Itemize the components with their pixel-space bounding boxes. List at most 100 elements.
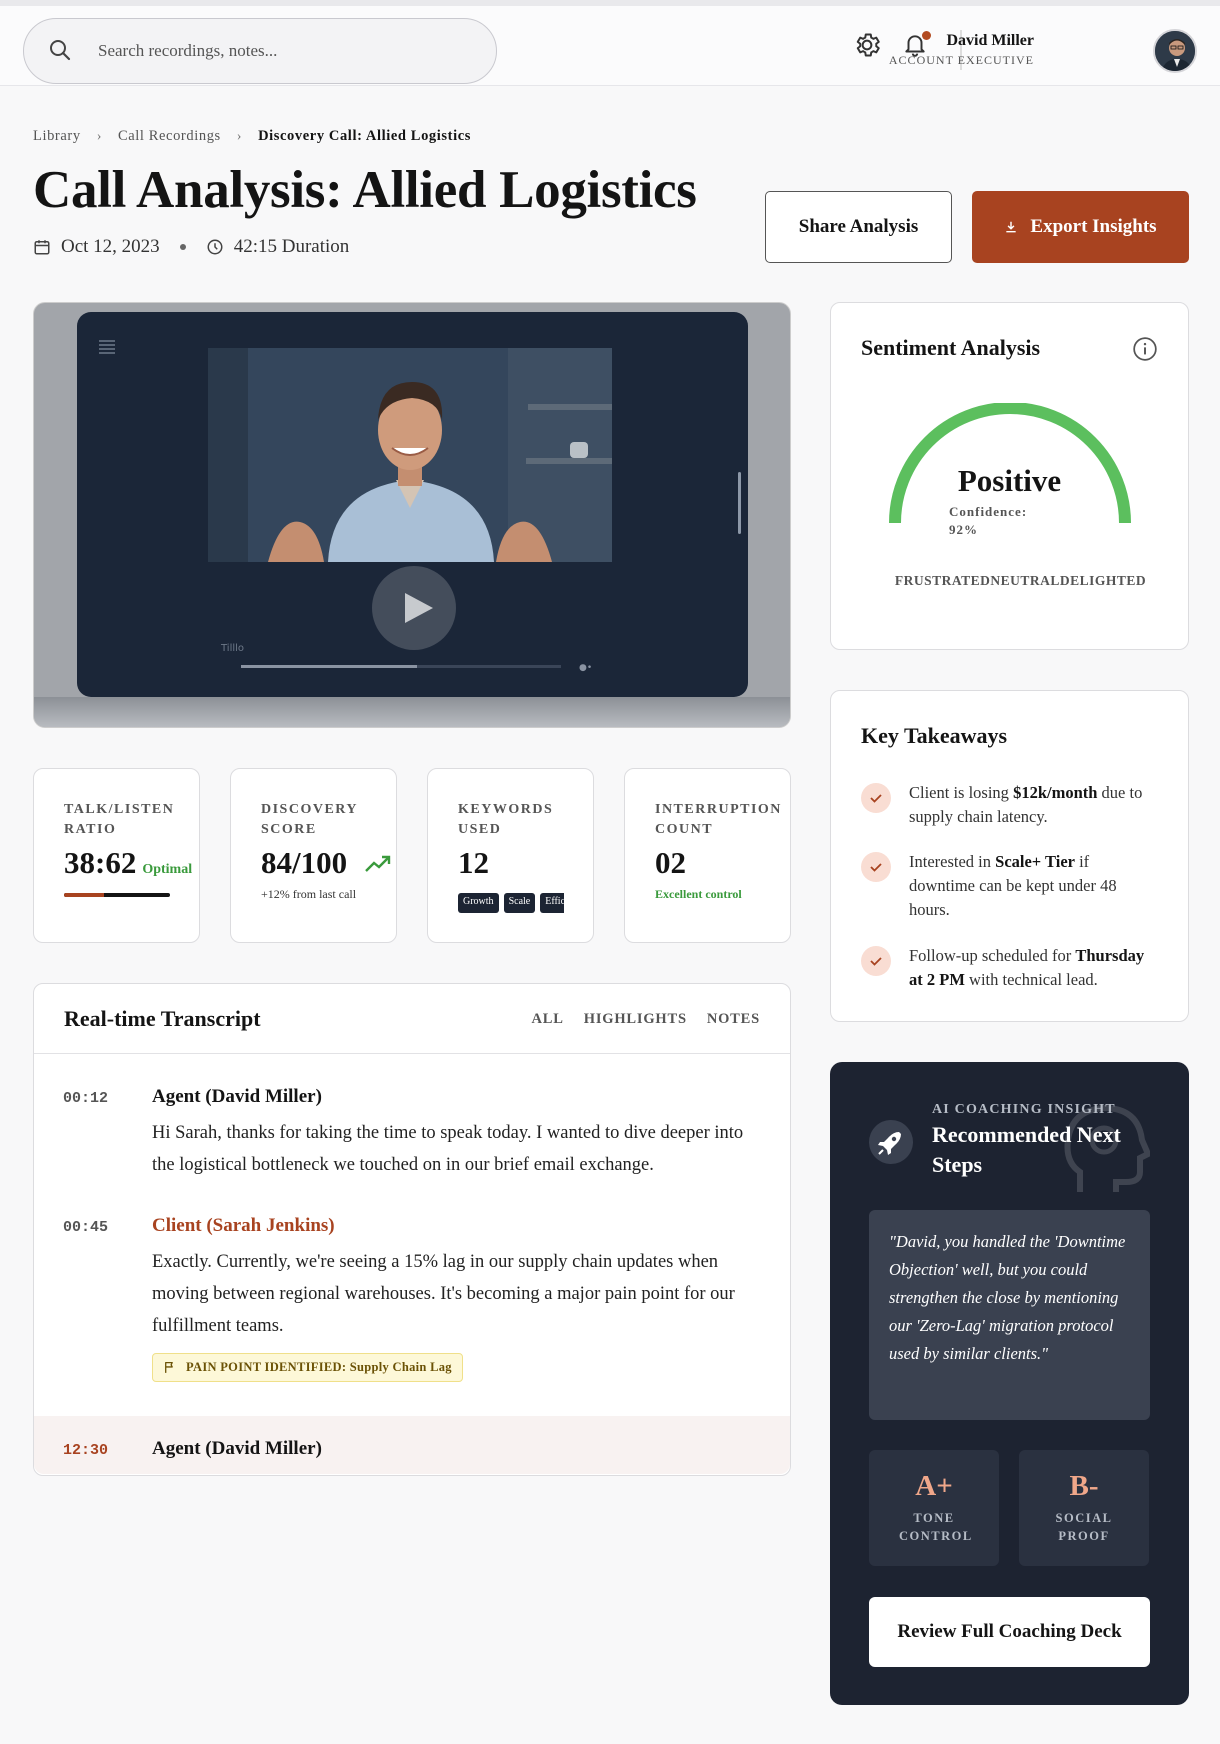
breadcrumb: Library › Call Recordings › Discovery Ca… <box>33 128 471 145</box>
video-screen: Tilllo ●• <box>77 312 748 697</box>
coaching-title: Recommended Next Steps <box>932 1122 1121 1177</box>
stat-value: 84/100 <box>261 845 391 881</box>
grade-value: A+ <box>915 1470 953 1502</box>
grade-value: B- <box>1069 1470 1099 1502</box>
user-avatar-icon <box>1155 31 1195 71</box>
video-brand: Tilllo <box>221 643 245 654</box>
breadcrumb-library[interactable]: Library <box>33 128 81 145</box>
flag-icon <box>165 1361 173 1373</box>
trending-up-icon <box>365 855 391 872</box>
confidence-value: 92% <box>949 522 978 537</box>
grade-social-proof: B- SOCIAL PROOF <box>1019 1450 1149 1566</box>
keyword-chip[interactable]: Growth <box>458 893 499 913</box>
tab-highlights[interactable]: HIGHLIGHTS <box>584 1011 687 1028</box>
check-icon <box>861 783 891 813</box>
info-icon[interactable] <box>1132 336 1158 362</box>
search-icon <box>50 40 71 61</box>
stat-talk-listen: TALK/LISTEN RATIO 38:62 Optimal <box>33 768 200 943</box>
takeaway-text: Client is losing $12k/month due to suppl… <box>909 781 1159 829</box>
speaker-name: Agent (David Miller) <box>152 1438 322 1459</box>
search-bar[interactable] <box>23 18 497 84</box>
key-takeaways-card: Key Takeaways Client is losing $12k/mont… <box>830 690 1189 1022</box>
stat-value: 12 <box>458 845 489 880</box>
share-analysis-button[interactable]: Share Analysis <box>765 191 952 263</box>
settings-button[interactable] <box>852 30 882 60</box>
timestamp[interactable]: 00:45 <box>63 1219 108 1236</box>
stat-label: TALK/LISTEN RATIO <box>64 802 175 837</box>
stat-label: INTERRUPTION COUNT <box>655 802 782 837</box>
transcript-header: Real-time Transcript ALL HIGHLIGHTS NOTE… <box>34 984 790 1054</box>
transcript-panel: Real-time Transcript ALL HIGHLIGHTS NOTE… <box>33 983 791 1476</box>
play-button[interactable] <box>372 566 456 650</box>
stat-value: 38:62 Optimal <box>64 845 192 881</box>
grade-tone-control: A+ TONE CONTROL <box>869 1450 999 1566</box>
sentiment-card: Sentiment Analysis Positive Confidence: 9… <box>830 302 1189 650</box>
coaching-quote: "David, you handled the 'Downtime Object… <box>869 1210 1150 1420</box>
timestamp[interactable]: 00:12 <box>63 1090 108 1107</box>
sentiment-scale-labels: FRUSTRATEDNEUTRALDELIGHTED <box>894 573 1147 588</box>
transcript-text: Exactly. Currently, we're seeing a 15% l… <box>152 1252 735 1336</box>
takeaway-text-pre: Interested in <box>909 852 996 871</box>
calendar-icon <box>34 240 50 255</box>
tab-all[interactable]: ALL <box>532 1011 564 1028</box>
pain-point-badge: PAIN POINT IDENTIFIED: Supply Chain Lag <box>152 1353 463 1382</box>
export-insights-button[interactable]: Export Insights <box>972 191 1189 263</box>
clock-icon <box>207 239 223 255</box>
call-duration: 42:15 Duration <box>233 236 350 257</box>
download-icon <box>1006 221 1017 233</box>
takeaway-text-pre: Client is losing <box>909 783 1014 802</box>
stat-keywords: KEYWORDS USED 12 Growth Scale Efficiency <box>427 768 594 943</box>
takeaway-text-post: with technical lead. <box>964 970 1098 989</box>
takeaway-text: Interested in Scale+ Tier if downtime ca… <box>909 850 1159 922</box>
stat-discovery-score: DISCOVERY SCORE 84/100 +12% from last ca… <box>230 768 397 943</box>
call-meta: Oct 12, 2023 42:15 Duration <box>33 236 349 258</box>
takeaways-title: Key Takeaways <box>861 723 1008 748</box>
volume-icon[interactable]: ●• <box>579 663 592 673</box>
keyword-chip[interactable]: Efficiency <box>540 893 564 913</box>
breadcrumb-current: Discovery Call: Allied Logistics <box>258 128 471 144</box>
tab-notes[interactable]: NOTES <box>707 1011 760 1028</box>
confidence-label: Confidence: <box>949 504 1028 519</box>
stat-sub: +12% from last call <box>261 887 357 901</box>
video-frame <box>208 348 612 562</box>
pain-point-tag[interactable]: PAIN POINT IDENTIFIED: Supply Chain Lag <box>152 1353 463 1382</box>
stat-value: 02 <box>655 845 686 880</box>
chevron-right-icon: › <box>96 128 102 144</box>
transcript-text: Hi Sarah, thanks for taking the time to … <box>152 1123 744 1175</box>
video-progress-bar[interactable] <box>241 665 561 668</box>
avatar[interactable] <box>1153 29 1197 73</box>
ratio-bar <box>64 893 170 897</box>
search-input[interactable] <box>98 37 468 65</box>
sentiment-value: Positive <box>957 463 1062 498</box>
chevron-right-icon: › <box>236 128 243 144</box>
video-player[interactable]: Tilllo ●• <box>33 302 791 728</box>
stat-interruptions: INTERRUPTION COUNT 02 Excellent control <box>624 768 791 943</box>
breadcrumb-call-recordings[interactable]: Call Recordings <box>118 128 221 145</box>
presenter-image <box>208 348 612 562</box>
user-name: David Miller <box>946 32 1034 49</box>
active-transcript-row[interactable] <box>34 1416 790 1474</box>
user-role: ACCOUNT EXECUTIVE <box>888 53 1034 67</box>
export-insights-label: Export Insights <box>1030 216 1157 237</box>
talk-listen-ratio: 38:62 <box>64 845 137 880</box>
takeaway-text: Follow-up scheduled for Thursday at 2 PM… <box>909 944 1159 992</box>
side-scrubber[interactable] <box>738 472 741 534</box>
rocket-icon <box>869 1120 913 1164</box>
menu-icon[interactable] <box>97 336 117 356</box>
call-date: Oct 12, 2023 <box>61 236 160 257</box>
review-coaching-deck-button[interactable]: Review Full Coaching Deck <box>869 1597 1150 1667</box>
takeaway-text-bold: $12k/month <box>1013 783 1098 802</box>
sentiment-title: Sentiment Analysis <box>861 335 1041 360</box>
check-icon <box>861 852 891 882</box>
sentiment-confidence: Confidence: 92% <box>949 503 1027 539</box>
speaker-name: Client (Sarah Jenkins) <box>152 1215 335 1236</box>
keyword-chips: Growth Scale Efficiency <box>458 893 564 913</box>
grade-label: TONE CONTROL <box>899 1511 973 1543</box>
check-icon <box>861 946 891 976</box>
stat-sub: Excellent control <box>655 887 742 901</box>
notification-dot <box>922 31 931 40</box>
coaching-eyebrow: AI COACHING INSIGHT <box>932 1102 1116 1117</box>
timestamp[interactable]: 12:30 <box>63 1442 108 1459</box>
keyword-chip[interactable]: Scale <box>503 893 536 913</box>
transcript-tabs: ALL HIGHLIGHTS NOTES <box>532 1011 760 1028</box>
